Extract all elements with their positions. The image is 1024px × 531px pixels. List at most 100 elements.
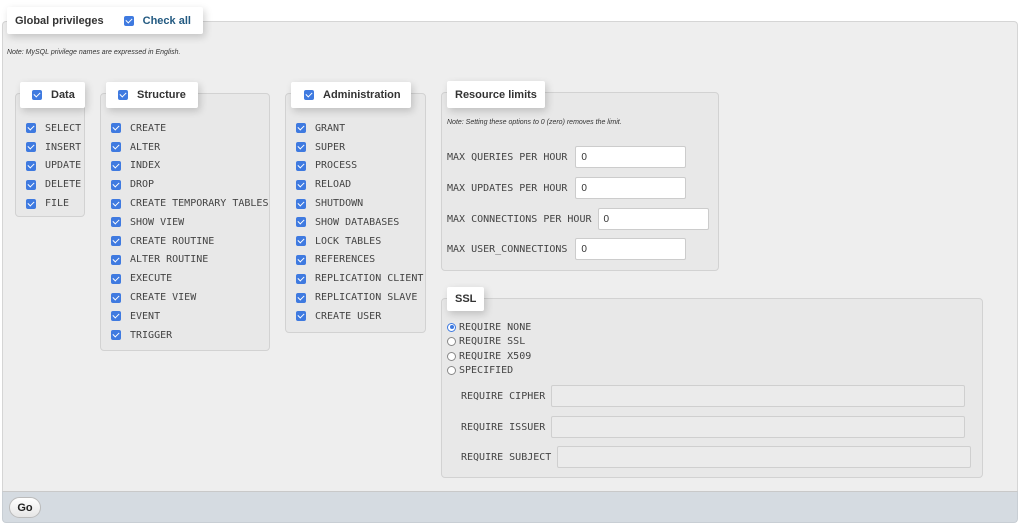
require-issuer-input[interactable] xyxy=(551,416,966,438)
privilege-create-user[interactable]: CREATE USER xyxy=(296,307,423,326)
privilege-event[interactable]: EVENT xyxy=(111,307,268,326)
privilege-alter-routine[interactable]: ALTER ROUTINE xyxy=(111,251,268,270)
privilege-replication-client[interactable]: REPLICATION CLIENT xyxy=(296,269,423,288)
privilege-create[interactable]: CREATE xyxy=(111,119,268,138)
checkbox-icon[interactable] xyxy=(26,142,36,153)
privilege-reload[interactable]: RELOAD xyxy=(296,175,423,194)
checkbox-icon[interactable] xyxy=(296,160,306,171)
privilege-alter[interactable]: ALTER xyxy=(111,138,268,157)
checkbox-icon[interactable] xyxy=(296,236,306,247)
privilege-update[interactable]: UPDATE xyxy=(26,157,81,176)
checkbox-icon[interactable] xyxy=(296,254,306,265)
go-button[interactable]: Go xyxy=(9,497,41,518)
privilege-select[interactable]: SELECT xyxy=(26,119,81,138)
checkbox-icon[interactable] xyxy=(111,142,121,153)
check-all-checkbox[interactable] xyxy=(123,15,134,26)
checkbox-icon[interactable] xyxy=(26,123,36,134)
checkbox-icon[interactable] xyxy=(111,160,121,171)
administration-privileges-list: GRANT SUPER PROCESS RELOAD SHUTDOWN SHOW DATA… xyxy=(296,119,423,326)
checkbox-icon[interactable] xyxy=(111,236,121,247)
checkbox-icon[interactable] xyxy=(111,123,121,134)
require-subject-row: REQUIRE SUBJECT xyxy=(461,446,972,468)
privilege-delete[interactable]: DELETE xyxy=(26,175,81,194)
radio-icon[interactable] xyxy=(447,351,456,361)
privilege-grant[interactable]: GRANT xyxy=(296,119,423,138)
privilege-create-routine[interactable]: CREATE ROUTINE xyxy=(111,232,268,251)
structure-group-checkbox[interactable] xyxy=(118,90,128,100)
privilege-label: ALTER xyxy=(130,141,161,153)
privilege-label: REFERENCES xyxy=(315,254,376,266)
checkbox-icon[interactable] xyxy=(26,179,36,190)
max-connections-input[interactable]: 0 xyxy=(597,208,709,230)
checkbox-icon[interactable] xyxy=(111,292,121,303)
require-subject-input[interactable] xyxy=(557,446,972,468)
privilege-show-databases[interactable]: SHOW DATABASES xyxy=(296,213,423,232)
privilege-label: CREATE TEMPORARY TABLES xyxy=(130,198,269,210)
structure-group-label: Structure xyxy=(137,89,186,101)
administration-group-label: Administration xyxy=(323,89,401,101)
require-cipher-input[interactable] xyxy=(551,385,966,407)
privilege-references[interactable]: REFERENCES xyxy=(296,251,423,270)
checkbox-icon[interactable] xyxy=(111,198,121,209)
privilege-label: FILE xyxy=(45,198,70,210)
max-updates-input[interactable]: 0 xyxy=(575,177,687,199)
checkbox-icon[interactable] xyxy=(111,273,121,284)
structure-privileges-list: CREATE ALTER INDEX DROP CREATE TEMPORARY TAB… xyxy=(111,119,268,345)
checkbox-icon[interactable] xyxy=(296,217,306,228)
max-user-connections-label: MAX USER_CONNECTIONS xyxy=(447,243,568,255)
ssl-legend: SSL xyxy=(447,287,485,311)
checkbox-icon[interactable] xyxy=(296,311,306,322)
privilege-file[interactable]: FILE xyxy=(26,194,81,213)
radio-icon[interactable] xyxy=(447,322,456,332)
checkbox-icon[interactable] xyxy=(111,311,121,322)
checkbox-icon[interactable] xyxy=(296,179,306,190)
checkbox-icon[interactable] xyxy=(111,330,121,341)
require-issuer-row: REQUIRE ISSUER xyxy=(461,416,966,438)
radio-icon[interactable] xyxy=(447,366,456,376)
administration-group-checkbox[interactable] xyxy=(304,90,314,100)
checkbox-icon[interactable] xyxy=(26,198,36,209)
privilege-execute[interactable]: EXECUTE xyxy=(111,269,268,288)
max-queries-input[interactable]: 0 xyxy=(575,146,687,168)
max-queries-label: MAX QUERIES PER HOUR xyxy=(447,151,568,163)
checkbox-icon[interactable] xyxy=(296,142,306,153)
ssl-option-require-none[interactable]: REQUIRE NONE xyxy=(447,320,531,335)
max-connections-row: MAX CONNECTIONS PER HOUR 0 xyxy=(447,208,709,230)
ssl-option-require-x509[interactable]: REQUIRE X509 xyxy=(447,349,531,364)
privilege-shutdown[interactable]: SHUTDOWN xyxy=(296,194,423,213)
checkbox-icon[interactable] xyxy=(296,123,306,134)
privilege-replication-slave[interactable]: REPLICATION SLAVE xyxy=(296,288,423,307)
ssl-option-label: REQUIRE X509 xyxy=(459,350,532,362)
data-group-checkbox[interactable] xyxy=(32,90,42,100)
max-user-connections-input[interactable]: 0 xyxy=(575,238,687,260)
checkbox-icon[interactable] xyxy=(296,198,306,209)
privilege-lock-tables[interactable]: LOCK TABLES xyxy=(296,232,423,251)
checkbox-icon[interactable] xyxy=(296,292,306,303)
privilege-index[interactable]: INDEX xyxy=(111,157,268,176)
ssl-option-require-ssl[interactable]: REQUIRE SSL xyxy=(447,335,531,350)
privilege-create-temporary-tables[interactable]: CREATE TEMPORARY TABLES xyxy=(111,194,268,213)
checkbox-icon[interactable] xyxy=(111,179,121,190)
privilege-process[interactable]: PROCESS xyxy=(296,157,423,176)
checkbox-icon[interactable] xyxy=(111,217,121,228)
max-updates-row: MAX UPDATES PER HOUR 0 xyxy=(447,177,687,199)
data-group-label: Data xyxy=(51,89,75,101)
privilege-drop[interactable]: DROP xyxy=(111,175,268,194)
checkbox-icon[interactable] xyxy=(296,273,306,284)
checkbox-icon[interactable] xyxy=(26,160,36,171)
privilege-trigger[interactable]: TRIGGER xyxy=(111,326,268,345)
check-all-label[interactable]: Check all xyxy=(143,15,191,27)
privilege-super[interactable]: SUPER xyxy=(296,138,423,157)
privilege-insert[interactable]: INSERT xyxy=(26,138,81,157)
privilege-create-view[interactable]: CREATE VIEW xyxy=(111,288,268,307)
require-cipher-label: REQUIRE CIPHER xyxy=(461,390,546,402)
privilege-label: DELETE xyxy=(45,179,82,191)
ssl-option-label: SPECIFIED xyxy=(459,365,514,377)
radio-icon[interactable] xyxy=(447,337,456,347)
resource-limits-title: Resource limits xyxy=(455,88,537,101)
checkbox-icon[interactable] xyxy=(111,254,121,265)
ssl-option-specified[interactable]: SPECIFIED xyxy=(447,364,531,379)
resource-limits-note: Note: Setting these options to 0 (zero) … xyxy=(447,119,622,126)
privilege-show-view[interactable]: SHOW VIEW xyxy=(111,213,268,232)
resource-limits-legend: Resource limits xyxy=(447,81,545,108)
